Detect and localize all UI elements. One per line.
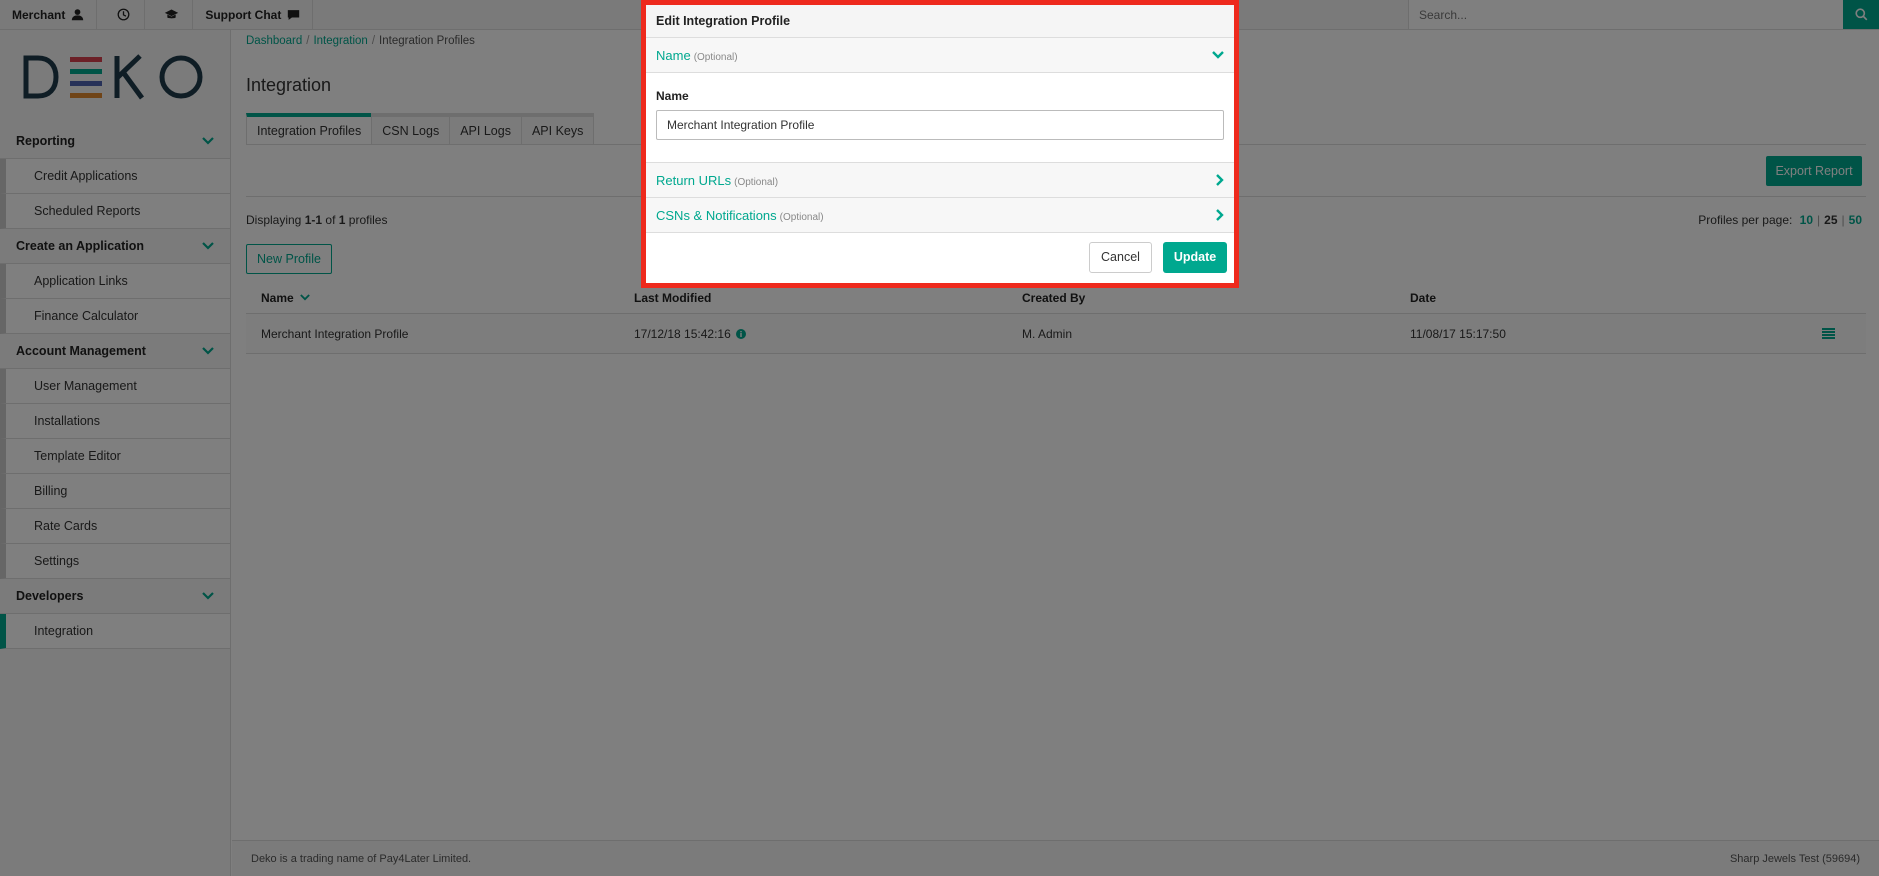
name-field-label: Name (656, 89, 689, 103)
modal-footer: Cancel Update (646, 233, 1234, 281)
profile-name-input[interactable] (656, 110, 1224, 140)
optional-tag: (Optional) (734, 176, 779, 188)
optional-tag: (Optional) (693, 51, 738, 63)
update-button[interactable]: Update (1163, 241, 1227, 273)
accordion-name-body: Name (646, 73, 1234, 163)
accordion-title-text: CSNs & Notifications (656, 207, 777, 223)
cancel-button[interactable]: Cancel (1089, 241, 1152, 273)
chevron-right-icon (1216, 174, 1224, 186)
accordion-title-text: Name (656, 47, 691, 63)
edit-profile-modal: Edit Integration Profile Name (Optional) … (641, 0, 1239, 288)
accordion-name-header[interactable]: Name (Optional) (646, 38, 1234, 73)
accordion-title: CSNs & Notifications (Optional) (656, 208, 824, 223)
accordion-csns-header[interactable]: CSNs & Notifications (Optional) (646, 198, 1234, 233)
chevron-right-icon (1216, 209, 1224, 221)
accordion-return-urls-header[interactable]: Return URLs (Optional) (646, 163, 1234, 198)
modal-title: Edit Integration Profile (646, 5, 1234, 38)
chevron-down-icon (1212, 51, 1224, 59)
optional-tag: (Optional) (779, 211, 824, 223)
accordion-title: Return URLs (Optional) (656, 173, 778, 188)
accordion-title-text: Return URLs (656, 172, 732, 188)
accordion-title: Name (Optional) (656, 48, 738, 63)
